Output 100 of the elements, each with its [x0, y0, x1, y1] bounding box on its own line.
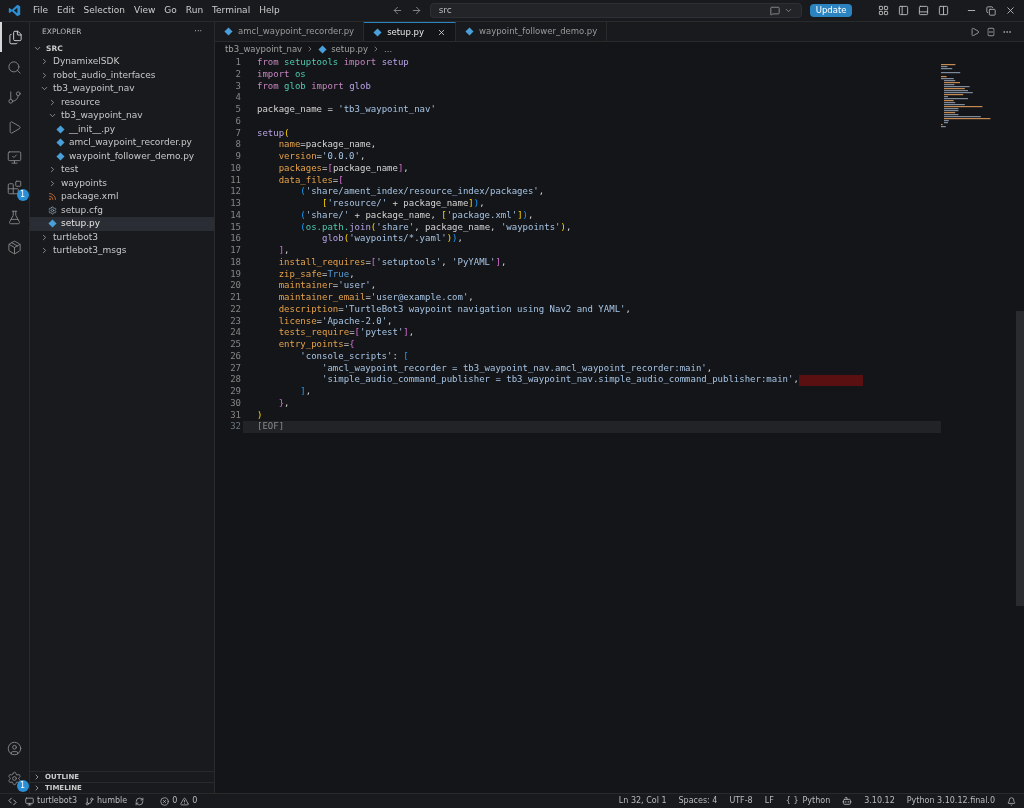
python-version[interactable]: 3.10.12: [864, 795, 895, 807]
python-file-icon: [318, 44, 328, 54]
menu-item[interactable]: Terminal: [208, 3, 255, 18]
explorer-item[interactable]: tb3_waypoint_nav: [30, 109, 214, 123]
sync-icon[interactable]: [135, 796, 145, 806]
explorer-item[interactable]: setup.cfg: [30, 203, 214, 217]
code-line: },: [277, 396, 290, 410]
code-line: entry_points={: [277, 338, 355, 352]
back-arrow-icon[interactable]: [391, 5, 403, 16]
forward-arrow-icon[interactable]: [410, 5, 422, 16]
code-line: install_requires=['setuptools', 'PyYAML'],: [277, 255, 507, 269]
cursor-position[interactable]: Ln 32, Col 1: [618, 795, 667, 807]
close-tab-icon[interactable]: [437, 27, 447, 37]
editor-tab[interactable]: setup.py: [364, 22, 457, 41]
explorer-item[interactable]: package.xml: [30, 190, 214, 204]
breadcrumb-item[interactable]: setup.py: [331, 42, 369, 56]
branch-status[interactable]: humble: [97, 795, 128, 807]
explorer-item[interactable]: __init__.py: [30, 122, 214, 136]
run-icon[interactable]: [970, 26, 980, 37]
extensions-icon[interactable]: [7, 179, 22, 195]
more-actions[interactable]: ···: [194, 26, 202, 38]
explorer-item[interactable]: test: [30, 163, 214, 177]
panel-toggle-icon[interactable]: [918, 5, 929, 16]
interpreter-status[interactable]: Python 3.10.12.final.0: [906, 795, 995, 807]
explorer-item[interactable]: waypoints: [30, 176, 214, 190]
explorer-icon[interactable]: [8, 29, 23, 45]
line-number: 10: [229, 161, 242, 175]
restore-icon[interactable]: [986, 5, 996, 16]
account-icon[interactable]: [7, 740, 22, 756]
code-line: ],: [299, 385, 312, 399]
encoding-status[interactable]: UTF-8: [729, 795, 753, 807]
line-number: 13: [229, 197, 242, 211]
remote-explorer-icon[interactable]: [7, 149, 22, 165]
code-line: ): [257, 408, 263, 422]
explorer-item[interactable]: turtlebot3: [30, 230, 214, 244]
menu-item[interactable]: Go: [160, 3, 181, 18]
braces-glyph[interactable]: { }: [785, 795, 799, 807]
language-status[interactable]: Python: [802, 795, 831, 807]
bell-icon[interactable]: [1007, 796, 1016, 806]
warning-icon[interactable]: [180, 796, 190, 806]
update-button[interactable]: Update: [809, 4, 853, 17]
warning-count[interactable]: 0: [192, 795, 198, 807]
count-badge: 1: [16, 780, 29, 792]
run-debug-icon[interactable]: [7, 119, 22, 135]
explorer-item[interactable]: setup.py: [30, 217, 214, 231]
monitor-icon[interactable]: [25, 796, 34, 806]
explorer-item[interactable]: resource: [30, 95, 214, 109]
sidebar-toggle-icon[interactable]: [898, 5, 909, 16]
code-line: from glob import glob: [257, 79, 371, 93]
code-line: from setuptools import setup: [257, 56, 409, 70]
code-line: description='TurtleBot3 waypoint navigation using Nav2 and YAML',: [277, 302, 631, 316]
line-number: 25: [229, 338, 242, 352]
close-icon[interactable]: [1005, 5, 1016, 16]
code-line: (os.path.join('share', package_name, 'waypoints'),: [299, 220, 572, 234]
count-badge: 1: [16, 189, 29, 201]
search-icon[interactable]: [7, 59, 22, 75]
line-number: 7: [234, 126, 242, 140]
chevron-down-icon[interactable]: [783, 6, 793, 15]
remote-icon[interactable]: [8, 796, 17, 806]
command-search-field[interactable]: src: [429, 3, 802, 18]
code-line: [EOF]: [257, 420, 285, 434]
package-icon[interactable]: [7, 239, 22, 255]
explorer-item[interactable]: turtlebot3_msgs: [30, 244, 214, 258]
copilot-icon[interactable]: [842, 796, 853, 806]
settings-icon[interactable]: [7, 770, 22, 786]
error-count[interactable]: 0: [172, 795, 178, 807]
line-number: 28: [229, 373, 242, 387]
layout-icon[interactable]: [878, 5, 889, 16]
split-editor-icon[interactable]: [986, 26, 996, 37]
menu-item[interactable]: File: [29, 3, 53, 18]
line-number: 4: [234, 91, 242, 105]
error-icon[interactable]: [160, 796, 170, 806]
chevron-down-icon[interactable]: [33, 44, 42, 53]
indentation-status[interactable]: Spaces: 4: [678, 795, 718, 807]
explorer-item[interactable]: robot_audio_interfaces: [30, 68, 214, 82]
code-line: data_files=[: [277, 173, 344, 187]
explorer-item[interactable]: tb3_waypoint_nav: [30, 82, 214, 96]
line-number: 15: [229, 220, 242, 234]
line-ending-status[interactable]: LF: [764, 795, 774, 807]
branch-icon[interactable]: [85, 796, 94, 806]
menu-item[interactable]: Run: [181, 3, 208, 18]
explorer-item[interactable]: amcl_waypoint_recorder.py: [30, 136, 214, 150]
line-number: 29: [229, 385, 242, 399]
secondary-sidebar-icon[interactable]: [938, 5, 949, 16]
menu-item[interactable]: Edit: [53, 3, 79, 18]
breadcrumb-item[interactable]: tb3_waypoint_nav: [225, 42, 303, 56]
explorer-item[interactable]: DynamixelSDK: [30, 55, 214, 69]
menu-item[interactable]: View: [130, 3, 160, 18]
code-line: version='0.0.0',: [277, 150, 366, 164]
chat-icon[interactable]: [769, 5, 780, 16]
code-line: ('share/ament_index/resource_index/packages',: [299, 185, 545, 199]
flask-icon[interactable]: [7, 209, 22, 225]
source-control-icon[interactable]: [7, 89, 22, 105]
breadcrumb-item[interactable]: ...: [384, 42, 393, 56]
editor-tab[interactable]: waypoint_follower_demo.py: [456, 22, 608, 41]
line-number: 6: [234, 114, 242, 128]
explorer-item[interactable]: waypoint_follower_demo.py: [30, 149, 214, 163]
menu-item[interactable]: Selection: [79, 3, 129, 18]
menu-item[interactable]: Help: [255, 3, 284, 18]
remote-status[interactable]: turtlebot3: [37, 795, 77, 807]
